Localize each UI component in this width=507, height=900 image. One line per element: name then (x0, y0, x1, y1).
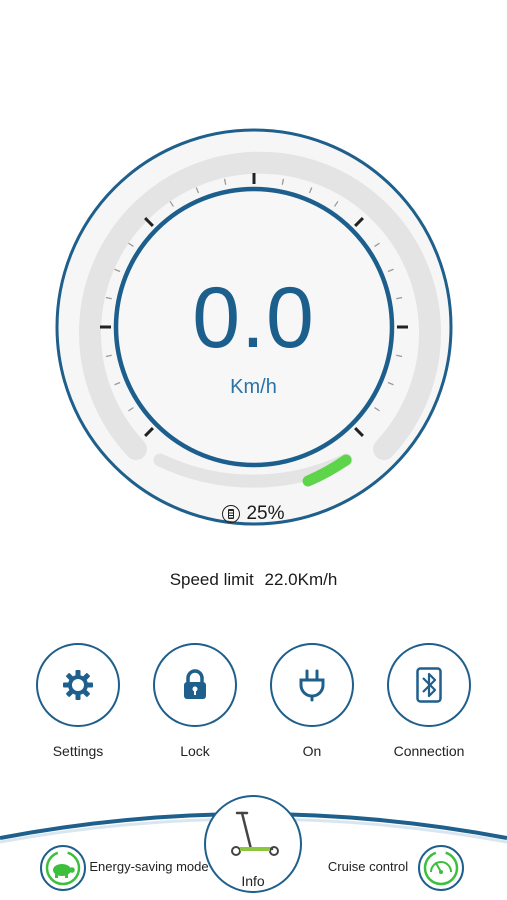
cruise-control-label: Cruise control (327, 859, 409, 874)
speed-limit-value: 22.0Km/h (264, 570, 338, 589)
connection-label: Connection (393, 743, 465, 759)
battery-icon (222, 505, 241, 523)
speed-unit: Km/h (230, 376, 277, 398)
headlight-icon (299, 669, 325, 702)
lock-control[interactable]: Lock (151, 643, 239, 759)
energy-saving-label: Energy-saving mode (89, 859, 209, 874)
light-button[interactable] (270, 643, 354, 727)
turtle-icon (45, 850, 81, 886)
light-control[interactable]: On (268, 643, 356, 759)
connection-button[interactable] (387, 643, 471, 727)
cruise-control-icon (423, 850, 459, 886)
speed-value: 0.0 (192, 270, 315, 366)
battery-indicator: 25% (0, 503, 507, 525)
speed-limit-label: Speed limit (169, 570, 254, 589)
speed-limit: Speed limit 22.0Km/h (0, 570, 507, 590)
bluetooth-icon (416, 667, 442, 703)
battery-percent: 25% (246, 503, 285, 524)
energy-saving-button[interactable] (40, 845, 86, 891)
cruise-control-button[interactable] (418, 845, 464, 891)
info-label: Info (241, 873, 265, 889)
settings-label: Settings (52, 743, 104, 759)
settings-button[interactable] (36, 643, 120, 727)
settings-control[interactable]: Settings (34, 643, 122, 759)
light-label: On (302, 743, 322, 759)
lock-button[interactable] (153, 643, 237, 727)
lock-label: Lock (180, 743, 210, 759)
info-button[interactable]: Info (204, 795, 302, 893)
connection-control[interactable]: Connection (385, 643, 473, 759)
lock-icon (184, 669, 206, 699)
gear-icon (63, 670, 93, 700)
